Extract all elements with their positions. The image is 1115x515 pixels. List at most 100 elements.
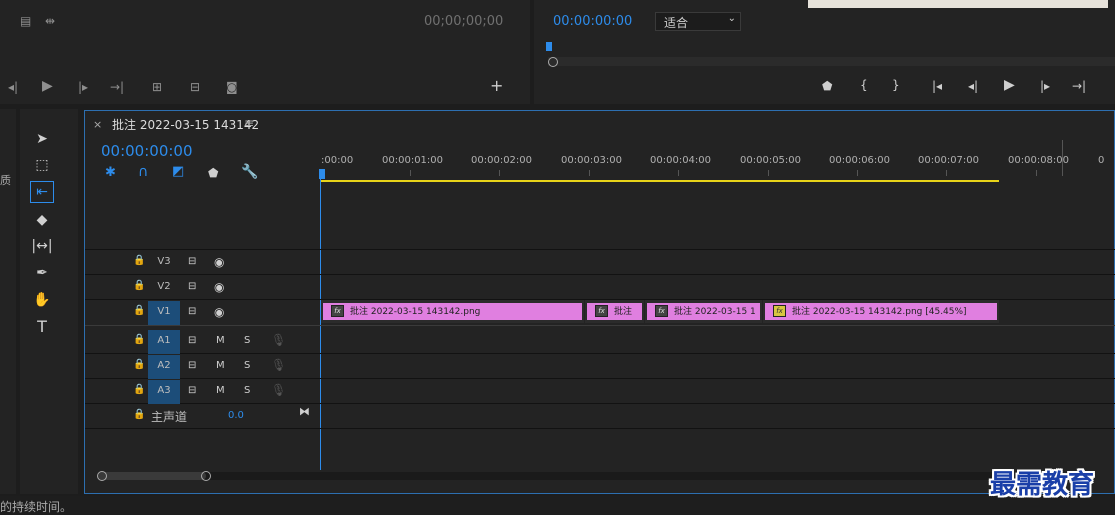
slip-tool-icon[interactable]: |↔|	[30, 235, 54, 257]
microphone-icon[interactable]: 🎙	[271, 358, 286, 372]
razor-tool-icon[interactable]: ◆	[30, 209, 54, 231]
fx-badge-icon: fx	[595, 305, 608, 317]
type-tool-icon[interactable]: T	[30, 316, 54, 338]
timeline-zoom-thumb[interactable]	[98, 472, 206, 480]
go-to-in-icon[interactable]: |◂	[932, 79, 942, 93]
program-timecode[interactable]: 00:00:00:00	[553, 14, 632, 29]
eye-icon[interactable]: ◉	[214, 255, 224, 269]
sync-lock-icon[interactable]: ⊟	[188, 385, 196, 396]
lock-icon[interactable]: 🔒	[133, 334, 145, 345]
track-header-v2[interactable]: 🔒 V2 ⊟ ◉	[85, 275, 320, 299]
film-icon[interactable]: ▤	[20, 14, 31, 28]
go-to-out-icon[interactable]: →|	[1072, 79, 1086, 93]
add-button-icon[interactable]: +	[490, 78, 503, 94]
pen-tool-icon[interactable]: ✒	[30, 262, 54, 284]
lock-icon[interactable]: 🔒	[133, 280, 145, 291]
sync-lock-icon[interactable]: ⊟	[188, 306, 196, 317]
mute-button[interactable]: M	[216, 360, 225, 371]
track-header-a1[interactable]: 🔒 A1 ⊟ M S 🎙	[85, 329, 320, 354]
mark-out-icon[interactable]: }	[892, 78, 900, 92]
sequence-tab-title[interactable]: 批注 2022-03-15 143142	[112, 116, 259, 133]
insert-icon[interactable]: ⊞	[152, 80, 162, 94]
nest-icon[interactable]: ✱	[105, 166, 116, 180]
track-header-master[interactable]: 🔒 主声道 0.0 ⧓	[85, 404, 320, 428]
sync-lock-icon[interactable]: ⊟	[188, 256, 196, 267]
status-text: 的持续时间。	[0, 500, 73, 514]
timeline-zoom-scrollbar[interactable]	[98, 472, 998, 480]
track-label: A3	[157, 385, 171, 396]
go-to-master-icon[interactable]: ⧓	[299, 405, 310, 418]
linked-selection-icon[interactable]: ◩	[172, 165, 184, 179]
clip[interactable]: fx 批注	[585, 300, 644, 323]
play-icon[interactable]: ▶	[1004, 78, 1015, 92]
work-area-bar[interactable]	[321, 180, 999, 182]
program-zoom-handle[interactable]	[548, 57, 558, 67]
ruler-label: 00:00:02:00	[471, 155, 533, 166]
ruler-label: 00:00:06:00	[829, 155, 891, 166]
ruler-tick	[768, 170, 769, 176]
close-icon[interactable]: ×	[93, 118, 102, 131]
snap-icon[interactable]: ∩	[138, 165, 148, 179]
track-header-a3[interactable]: 🔒 A3 ⊟ M S 🎙	[85, 379, 320, 404]
program-scrub-bar[interactable]	[548, 57, 1115, 66]
solo-button[interactable]: S	[244, 335, 250, 346]
zoom-handle-right[interactable]	[201, 471, 211, 481]
ruler-label: 00:00:08:00	[1008, 155, 1070, 166]
step-forward-icon[interactable]: |▸	[1040, 79, 1050, 93]
project-panel-fragment: 质	[0, 174, 11, 187]
marker-icon[interactable]: ⬟	[822, 79, 832, 93]
mark-in-icon[interactable]: {	[860, 78, 868, 92]
clip-label: 批注 2022-03-15 1	[674, 307, 756, 317]
sync-lock-icon[interactable]: ⊟	[188, 335, 196, 346]
ripple-edit-tool-icon[interactable]: ⇤	[30, 181, 54, 203]
step-forward-icon[interactable]: |▸	[78, 80, 88, 94]
clip[interactable]: fx 批注 2022-03-15 143142.png	[321, 300, 584, 323]
fit-dropdown[interactable]: 适合 ⌄	[655, 12, 741, 31]
eye-icon[interactable]: ◉	[214, 305, 224, 319]
clip[interactable]: fx 批注 2022-03-15 1	[645, 300, 762, 323]
source-timecode[interactable]: 00;00;00;00	[424, 14, 503, 29]
add-marker-icon[interactable]: ⬟	[208, 166, 218, 180]
ruler-label: 00:00:05:00	[740, 155, 802, 166]
track-separator	[85, 428, 1115, 429]
lock-icon[interactable]: 🔒	[133, 359, 145, 370]
sequence-timecode[interactable]: 00:00:00:00	[101, 142, 193, 160]
lock-icon[interactable]: 🔒	[133, 305, 145, 316]
step-back-icon[interactable]: ◂|	[968, 79, 978, 93]
step-back-icon[interactable]: ◂|	[8, 80, 18, 94]
track-label: A2	[157, 360, 171, 371]
microphone-icon[interactable]: 🎙	[271, 383, 286, 397]
track-header-v3[interactable]: 🔒 V3 ⊟ ◉	[85, 250, 320, 274]
track-header-a2[interactable]: 🔒 A2 ⊟ M S 🎙	[85, 354, 320, 379]
track-header-v1[interactable]: 🔒 V1 ⊟ ◉	[85, 300, 320, 325]
eye-icon[interactable]: ◉	[214, 280, 224, 294]
lock-icon[interactable]: 🔒	[133, 409, 145, 420]
play-icon[interactable]: ▶	[42, 79, 53, 93]
mute-button[interactable]: M	[216, 335, 225, 346]
settings-icon[interactable]: ⇹	[45, 14, 55, 28]
hand-tool-icon[interactable]: ✋	[30, 289, 54, 311]
microphone-icon[interactable]: 🎙	[271, 333, 286, 347]
selection-tool-icon[interactable]: ➤	[30, 128, 54, 150]
track-label: V3	[157, 256, 171, 267]
camera-icon[interactable]: ◙	[226, 80, 238, 94]
track-select-tool-icon[interactable]: ⬚	[30, 154, 54, 176]
zoom-handle-left[interactable]	[97, 471, 107, 481]
solo-button[interactable]: S	[244, 360, 250, 371]
master-volume-value[interactable]: 0.0	[228, 410, 244, 421]
lock-icon[interactable]: 🔒	[133, 255, 145, 266]
ruler-label: :00:00	[321, 155, 354, 166]
overwrite-icon[interactable]: ⊟	[190, 80, 200, 94]
lock-icon[interactable]: 🔒	[133, 384, 145, 395]
fx-badge-icon: fx	[655, 305, 668, 317]
go-to-out-icon[interactable]: →|	[110, 80, 124, 94]
mute-button[interactable]: M	[216, 385, 225, 396]
playhead-line	[320, 178, 321, 470]
sync-lock-icon[interactable]: ⊟	[188, 281, 196, 292]
program-playhead-marker[interactable]	[546, 42, 552, 51]
clip[interactable]: fx 批注 2022-03-15 143142.png [45.45%]	[763, 300, 999, 323]
wrench-icon[interactable]: 🔧	[241, 165, 258, 179]
solo-button[interactable]: S	[244, 385, 250, 396]
sync-lock-icon[interactable]: ⊟	[188, 360, 196, 371]
menu-icon[interactable]: ≡	[244, 116, 254, 130]
